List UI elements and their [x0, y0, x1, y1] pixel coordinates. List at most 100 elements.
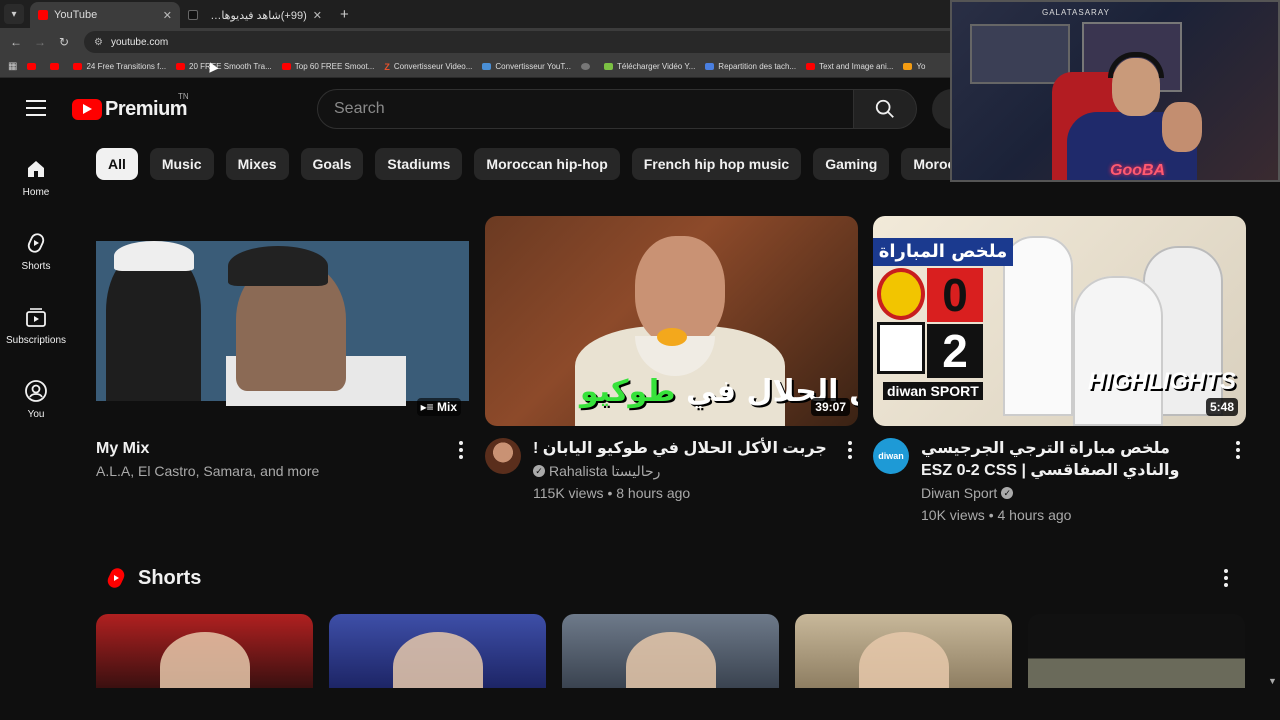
video-channel[interactable]: Diwan Sport [921, 482, 997, 504]
bookmark-item[interactable] [27, 63, 40, 70]
channel-avatar[interactable] [485, 438, 521, 474]
streamer-hand [1162, 102, 1202, 152]
chip-mixes[interactable]: Mixes [225, 148, 289, 180]
chip-all[interactable]: All [96, 148, 138, 180]
more-options-icon[interactable] [1218, 568, 1234, 588]
site-info-icon[interactable]: ⚙ [94, 37, 103, 48]
thumbnail-figure [159, 632, 250, 688]
forward-icon[interactable]: → [28, 35, 52, 49]
thumbnail-brand: diwan SPORT [883, 382, 983, 400]
video-meta: جربت الأكل الحلال في طوكيو اليابان ! ✓ Ra… [485, 438, 858, 504]
back-icon[interactable]: ← [4, 35, 28, 49]
sidebar-item-home[interactable]: Home [0, 140, 72, 214]
verified-icon: ✓ [1001, 487, 1014, 499]
account-icon [25, 379, 47, 402]
channel-avatar[interactable]: diwan [873, 438, 909, 474]
thumbnail-highlights: HIGHLIGHTS [1088, 368, 1236, 395]
subscriptions-icon [26, 307, 46, 327]
chip-stadiums[interactable]: Stadiums [375, 148, 463, 180]
sidebar-item-shorts[interactable]: Shorts [0, 214, 72, 288]
bookmark-item[interactable]: Convertisseur YouT... [482, 62, 571, 71]
tab-youtube[interactable]: YouTube ✕ [30, 2, 180, 28]
video-card[interactable]: ▸≡ Mix My Mix A.L.A, El Castro, Samara, … [96, 216, 469, 482]
video-card[interactable]: ملخص المباراة 0 2 diwan SPORT HIGHLIGHTS… [873, 216, 1246, 526]
new-tab-button[interactable]: + [330, 6, 359, 28]
shorts-icon [27, 232, 45, 253]
short-thumbnail[interactable] [329, 614, 546, 688]
video-thumbnail[interactable]: جربت الاكل الحلال في طوكيو 39:07 [485, 216, 858, 426]
tab-tiktok[interactable]: (99+)شاهد فيديوهات متصدرة | ✕ [180, 2, 330, 28]
shorts-header: Shorts [106, 566, 201, 590]
bookmark-item[interactable]: Repartition des tach... [705, 62, 796, 71]
video-title[interactable]: My Mix [96, 438, 445, 460]
search-button[interactable] [853, 89, 917, 129]
video-thumbnail[interactable]: ملخص المباراة 0 2 diwan SPORT HIGHLIGHTS… [873, 216, 1246, 426]
country-code: TN [178, 92, 189, 101]
sidebar-item-subscriptions[interactable]: Subscriptions [0, 288, 72, 362]
chip-music[interactable]: Music [149, 148, 214, 180]
video-meta: diwan ملخص مباراة الترجي الجرجيسي والناد… [873, 438, 1246, 526]
club-crest-icon [877, 322, 925, 374]
youtube-icon [176, 63, 186, 70]
thumbnail-figure [1003, 236, 1073, 416]
short-thumbnail[interactable] [562, 614, 779, 688]
more-options-icon[interactable] [1230, 440, 1246, 460]
chip-moroccan-hip-hop[interactable]: Moroccan hip-hop [474, 148, 620, 180]
more-options-icon[interactable] [453, 440, 469, 460]
bookmark-item[interactable] [50, 63, 63, 70]
youtube-icon [806, 63, 816, 70]
video-channel-row: Diwan Sport ✓ [921, 482, 1222, 504]
youtube-icon [73, 63, 83, 70]
close-tab-icon[interactable]: ✕ [313, 9, 322, 22]
tab-search-button[interactable]: ▾ [4, 4, 24, 24]
bookmark-item[interactable] [581, 63, 594, 70]
video-thumbnail[interactable]: ▸≡ Mix [96, 216, 469, 426]
webcam-shelf [970, 24, 1070, 84]
youtube-premium-logo[interactable]: Premium TN [72, 92, 189, 121]
more-options-icon[interactable] [842, 440, 858, 460]
bookmark-item[interactable]: 24 Free Transitions f... [73, 62, 166, 71]
chip-morocco[interactable]: Morocco n [901, 148, 950, 180]
video-card[interactable]: جربت الاكل الحلال في طوكيو 39:07 جربت ال… [485, 216, 858, 504]
short-thumbnail[interactable] [1028, 614, 1245, 688]
mix-badge: ▸≡ Mix [416, 398, 461, 416]
bookmark-item[interactable]: Yo [903, 62, 925, 71]
bookmark-item[interactable]: Top 60 FREE Smoot... [281, 62, 374, 71]
thumbnail-figure [114, 241, 194, 271]
video-meta: My Mix A.L.A, El Castro, Samara, and mor… [96, 438, 469, 482]
youtube-icon [27, 63, 37, 70]
webcam-overlay: GALATASARAY GooBA [950, 0, 1280, 182]
sidebar-item-label: Subscriptions [5, 334, 67, 346]
close-tab-icon[interactable]: ✕ [163, 9, 172, 22]
menu-icon[interactable] [26, 100, 46, 116]
search-input[interactable] [334, 100, 853, 118]
video-channel[interactable]: Rahalista رحاليستا [549, 460, 660, 482]
chip-goals[interactable]: Goals [300, 148, 364, 180]
video-duration: 5:48 [1205, 398, 1238, 416]
streamer-tag: GooBA [1110, 162, 1166, 179]
chip-french-hip-hop[interactable]: French hip hop music [631, 148, 802, 180]
scroll-down-icon[interactable]: ▼ [1268, 676, 1277, 686]
sidebar-item-you[interactable]: You [0, 362, 72, 436]
youtube-favicon-icon [38, 10, 48, 20]
thumbnail-figure [1073, 276, 1163, 426]
verified-icon: ✓ [533, 465, 545, 477]
youtube-icon [50, 63, 60, 70]
video-title[interactable]: ملخص مباراة الترجي الجرجيسي والنادي الصف… [921, 438, 1222, 482]
bookmark-item[interactable]: Text and Image ani... [806, 62, 893, 71]
video-title[interactable]: جربت الأكل الحلال في طوكيو اليابان ! [533, 438, 834, 460]
bookmark-item[interactable]: Télécharger Vidéo Y... [604, 62, 695, 71]
score-home: 0 [927, 268, 983, 322]
bookmark-item[interactable]: Z Convertisseur Video... [384, 62, 472, 72]
thumbnail-figure [106, 251, 201, 401]
bookmark-item[interactable]: 20 FREE Smooth Tra... [176, 62, 272, 71]
reload-icon[interactable]: ↻ [52, 35, 76, 49]
sidebar-item-label: You [27, 408, 45, 420]
sidebar-item-label: Shorts [21, 260, 51, 272]
short-thumbnail[interactable] [795, 614, 1012, 688]
shorts-logo-icon [107, 568, 125, 588]
s-icon [482, 63, 492, 70]
short-thumbnail[interactable] [96, 614, 313, 688]
apps-grid-icon[interactable]: ▦ [8, 61, 17, 72]
chip-gaming[interactable]: Gaming [813, 148, 890, 180]
